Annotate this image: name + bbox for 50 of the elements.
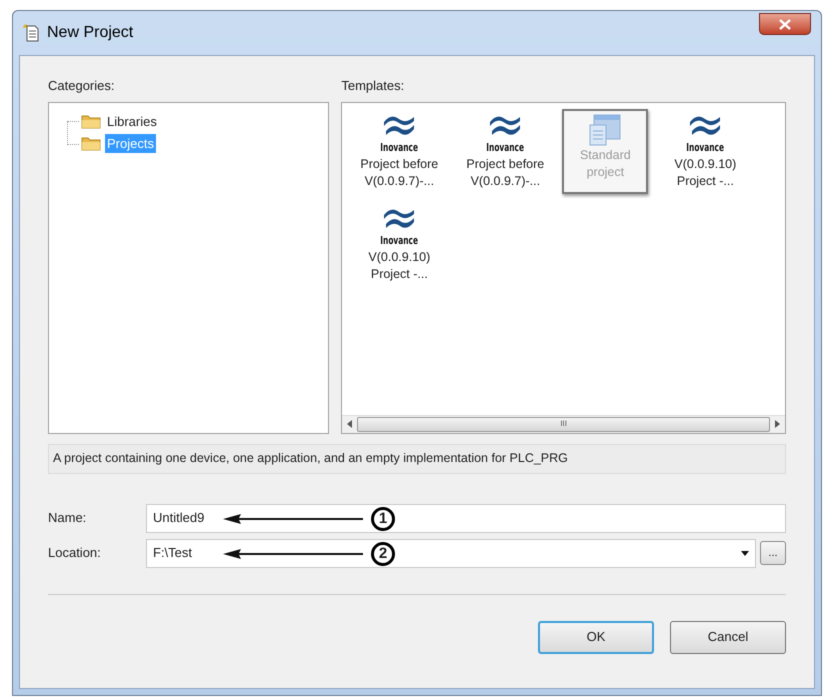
right-arrow-icon <box>775 420 780 428</box>
tree-item[interactable]: Libraries <box>67 110 328 132</box>
template-name: V(0.0.9.7)-... <box>364 172 434 190</box>
template-name: V(0.0.9.10) <box>674 156 736 172</box>
location-combo[interactable]: F:\Test 2 <box>146 538 756 568</box>
template-item[interactable]: Inovance Project before V(0.0.9.7)-... <box>346 108 452 194</box>
template-name: Standard <box>580 146 631 164</box>
tree-item-label: Projects <box>105 134 156 154</box>
folder-icon <box>81 114 101 129</box>
close-icon <box>779 18 791 30</box>
template-name: V(0.0.9.10) <box>368 248 430 266</box>
field-label: Location: <box>48 544 102 562</box>
template-name: Project before <box>360 156 438 172</box>
template-name: Project -... <box>370 266 428 282</box>
tree-item-label: Libraries <box>106 112 158 131</box>
browse-button[interactable]: ... <box>760 541 786 565</box>
template-item[interactable]: Inovance V(0.0.9.10) Project -... <box>346 202 452 286</box>
arrow-icon <box>223 548 363 560</box>
brand-label: Inovance <box>486 140 524 156</box>
brand-label: Inovance <box>380 232 418 248</box>
circled-number: 1 <box>371 506 395 530</box>
template-item[interactable]: Inovance Project before V(0.0.9.7)-... <box>452 108 558 194</box>
grip-mark: III <box>560 418 567 430</box>
window-title: New Project <box>47 23 134 43</box>
name-field[interactable]: Untitled9 1 <box>146 504 786 532</box>
categories-label: Categories: <box>48 77 116 95</box>
description-box: A project containing one device, one application, and an empty implementation for PLC_PRG <box>48 444 786 474</box>
close-button[interactable] <box>759 13 811 35</box>
template-name: project <box>586 164 624 180</box>
field-value: F:\Test <box>153 544 192 562</box>
template-name: Project before <box>466 156 544 172</box>
horizontal-scrollbar[interactable]: III <box>342 414 785 432</box>
template-name: Project -... <box>676 172 734 190</box>
brand-label: Inovance <box>686 140 724 156</box>
dialog-button[interactable]: OK <box>538 620 654 654</box>
template-item[interactable]: Inovance V(0.0.9.10) Project -... <box>652 108 758 194</box>
document-window-icon <box>588 112 622 146</box>
dialog-button[interactable]: Cancel <box>670 620 786 654</box>
circled-number: 2 <box>371 542 395 566</box>
brand-label: Inovance <box>380 140 418 156</box>
dropdown-caret-icon <box>741 550 749 556</box>
folder-icon <box>81 136 101 151</box>
document-icon <box>23 24 41 42</box>
field-value: Untitled9 <box>153 509 204 528</box>
templates-label: Templates: <box>341 77 406 95</box>
left-arrow-icon <box>347 420 352 428</box>
scrollbar-thumb[interactable]: III <box>357 416 770 432</box>
template-name: V(0.0.9.7)-... <box>470 172 540 190</box>
field-label: Name: <box>48 509 88 528</box>
arrow-icon <box>223 512 363 524</box>
